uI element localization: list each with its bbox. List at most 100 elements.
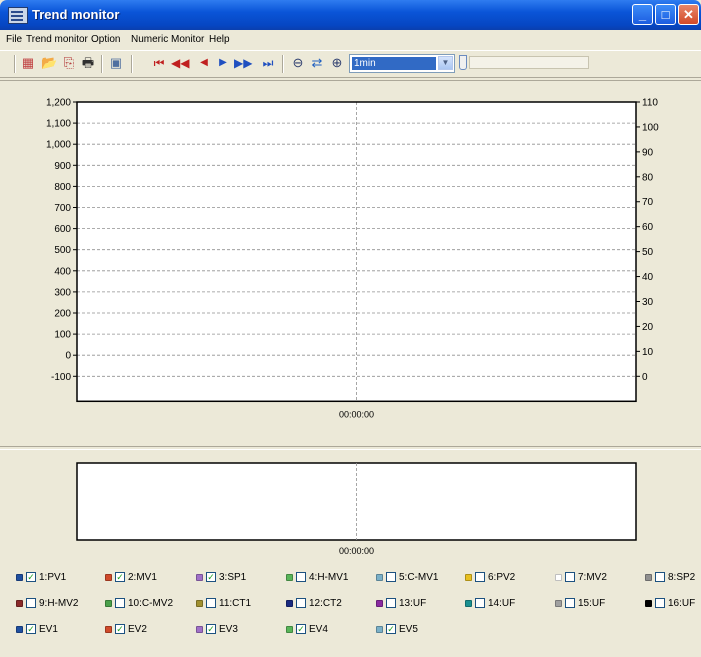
legend-label: 4:H-MV1 <box>309 572 349 583</box>
legend-color-swatch <box>465 600 472 607</box>
y-left-tick-label: 1,100 <box>46 119 71 130</box>
copy-icon[interactable]: ⎘ <box>61 55 77 71</box>
legend-checkbox[interactable] <box>206 598 216 608</box>
overview-chart: 00:00:00 <box>76 462 637 556</box>
snapshot-icon[interactable]: ▣ <box>108 55 124 71</box>
zoom-in-icon[interactable]: ⊕ <box>329 55 345 71</box>
menu-file[interactable]: File <box>6 34 22 45</box>
legend-checkbox[interactable] <box>26 598 36 608</box>
y-right-tick-label: 90 <box>642 147 654 158</box>
legend-checkbox[interactable] <box>386 572 396 582</box>
y-left-tick-label: 600 <box>54 224 71 235</box>
menu-numeric-monitor[interactable]: Numeric Monitor <box>131 34 204 45</box>
legend-checkbox[interactable] <box>565 598 575 608</box>
zoom-out-icon[interactable]: ⊖ <box>290 55 306 71</box>
legend-label: 11:CT1 <box>219 598 252 609</box>
print-icon[interactable]: 🖶 <box>80 55 96 71</box>
legend-label: 13:UF <box>399 598 427 609</box>
main-chart-panel: 1,200 1,100 1,000 900 800 700 600 500 400 300 200 1… <box>0 80 701 446</box>
menu-help[interactable]: Help <box>209 34 230 45</box>
legend-color-swatch <box>376 626 383 633</box>
legend-color-swatch <box>105 626 112 633</box>
legend-checkbox[interactable]: ✓ <box>206 624 216 634</box>
y-left-tick-label: 400 <box>54 266 71 277</box>
chart-settings-icon[interactable]: ▦ <box>20 55 36 71</box>
menu-option[interactable]: Option <box>91 34 120 45</box>
legend-color-swatch <box>105 574 112 581</box>
legend-checkbox[interactable]: ✓ <box>26 572 36 582</box>
legend-color-swatch <box>105 600 112 607</box>
legend-label: EV4 <box>309 624 328 635</box>
minimize-button[interactable]: _ <box>632 4 653 25</box>
legend-label: 3:SP1 <box>219 572 247 583</box>
y-right-tick-label: 0 <box>642 372 648 383</box>
menu-trend-monitor[interactable]: Trend monitor <box>26 34 88 45</box>
legend-checkbox[interactable] <box>296 572 306 582</box>
y-left-tick-label: 800 <box>54 182 71 193</box>
fast-forward-icon[interactable]: ▶▶ <box>234 55 252 71</box>
window-title: Trend monitor <box>32 7 120 22</box>
scroll-slider-thumb[interactable] <box>459 55 467 70</box>
chevron-down-icon[interactable]: ▼ <box>438 56 453 70</box>
legend-label: EV3 <box>219 624 238 635</box>
legend-color-swatch <box>196 626 203 633</box>
first-icon[interactable]: ⏮ <box>151 55 167 71</box>
legend-label: 10:C-MV2 <box>128 598 174 609</box>
legend-color-swatch <box>196 574 203 581</box>
open-folder-icon[interactable]: 📂 <box>41 55 57 71</box>
maximize-button[interactable]: □ <box>655 4 676 25</box>
legend-label: 5:C-MV1 <box>399 572 439 583</box>
legend-label: EV5 <box>399 624 418 635</box>
last-icon[interactable]: ⏭ <box>260 55 276 71</box>
swap-icon[interactable]: ⇄ <box>309 55 325 71</box>
legend-checkbox[interactable]: ✓ <box>115 624 125 634</box>
legend-checkbox[interactable] <box>655 572 665 582</box>
y-right-tick-label: 10 <box>642 347 654 358</box>
legend-color-swatch <box>16 574 23 581</box>
y-right-tick-label: 30 <box>642 297 654 308</box>
time-range-select[interactable]: 1min ▼ <box>349 54 455 73</box>
y-left-tick-label: 200 <box>54 309 71 320</box>
y-left-tick-label: 0 <box>65 351 71 362</box>
legend-color-swatch <box>555 600 562 607</box>
menu-bar: File Trend monitor Option Numeric Monito… <box>0 31 701 49</box>
legend-checkbox[interactable]: ✓ <box>26 624 36 634</box>
y-right-tick-label: 70 <box>642 197 654 208</box>
scroll-slider-track[interactable] <box>469 56 589 69</box>
y-left-tick-label: 1,200 <box>46 98 71 109</box>
legend-checkbox[interactable] <box>115 598 125 608</box>
step-back-icon[interactable]: ◀ <box>196 55 212 71</box>
legend-checkbox[interactable] <box>475 598 485 608</box>
legend-checkbox[interactable]: ✓ <box>386 624 396 634</box>
legend-checkbox[interactable] <box>296 598 306 608</box>
y-left-tick-label: 500 <box>54 245 71 256</box>
legend-checkbox[interactable] <box>565 572 575 582</box>
legend-label: 7:MV2 <box>578 572 607 583</box>
y-right-tick-label: 40 <box>642 272 654 283</box>
step-forward-icon[interactable]: ▶ <box>215 55 231 71</box>
y-left-tick-label: 100 <box>54 330 71 341</box>
overview-chart-panel: 00:00:00 <box>0 450 701 560</box>
legend-label: 9:H-MV2 <box>39 598 79 609</box>
legend-checkbox[interactable] <box>475 572 485 582</box>
rewind-icon[interactable]: ◀◀ <box>171 55 189 71</box>
close-button[interactable]: ✕ <box>678 4 699 25</box>
legend-label: 12:CT2 <box>309 598 342 609</box>
title-bar: Trend monitor _ □ ✕ <box>0 0 701 30</box>
y-left-tick-label: 1,000 <box>46 140 71 151</box>
legend-checkbox[interactable]: ✓ <box>115 572 125 582</box>
series-legend: ✓ 1:PV1 ✓ 2:MV1 ✓ 3:SP1 4:H-MV1 5:C-MV1 6:PV2 7:M… <box>0 565 701 655</box>
toolbar-separator <box>131 55 133 73</box>
legend-checkbox[interactable] <box>655 598 665 608</box>
legend-checkbox[interactable]: ✓ <box>296 624 306 634</box>
legend-checkbox[interactable]: ✓ <box>206 572 216 582</box>
y-right-tick-label: 60 <box>642 222 654 233</box>
legend-color-swatch <box>286 574 293 581</box>
y-right-tick-label: 50 <box>642 247 654 258</box>
legend-label: 16:UF <box>668 598 696 609</box>
legend-checkbox[interactable] <box>386 598 396 608</box>
legend-label: 2:MV1 <box>128 572 157 583</box>
time-range-value: 1min <box>352 57 436 70</box>
legend-color-swatch <box>196 600 203 607</box>
toolbar-grip <box>14 55 16 73</box>
